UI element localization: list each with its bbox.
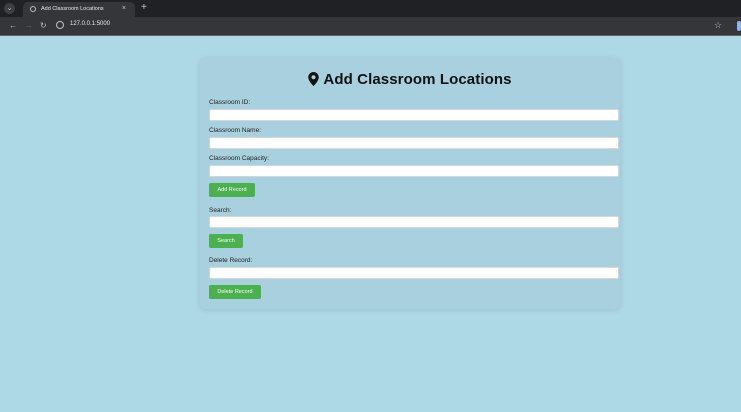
classroom-name-input[interactable] [209,137,619,149]
reload-icon[interactable]: ↻ [40,21,47,30]
tab-add-classroom-locations[interactable]: Add Classroom Locations × [23,2,135,17]
classroom-name-label: Classroom Name: [209,127,262,134]
site-info-icon[interactable] [56,21,64,29]
close-icon[interactable]: × [122,5,126,12]
forward-arrow-icon[interactable]: → [25,21,33,30]
tab-title: Add Classroom Locations [41,6,104,12]
search-button[interactable]: Search [209,234,243,248]
toolbar-divider [0,35,741,36]
search-input[interactable] [209,216,619,228]
new-tab-button[interactable]: + [141,2,147,14]
delete-record-button[interactable]: Delete Record [209,285,261,299]
bookmark-star-icon[interactable]: ☆ [714,20,722,31]
delete-record-label: Delete Record: [209,257,253,264]
delete-record-input[interactable] [209,267,619,279]
page-title: Add Classroom Locations [200,71,620,88]
page-title-text: Add Classroom Locations [323,71,512,88]
address-bar[interactable]: 127.0.0.1:5000 [70,21,110,27]
location-pin-icon [308,72,320,86]
back-arrow-icon[interactable]: ← [9,21,17,30]
globe-icon [30,6,36,12]
browser-tab-bar: ⌄ Add Classroom Locations × + [0,0,741,17]
browser-toolbar: ← → ↻ 127.0.0.1:5000 ☆ [0,17,741,35]
add-record-button[interactable]: Add Record [209,183,255,197]
side-panel-indicator [737,21,741,31]
classroom-id-label: Classroom ID: [209,99,251,106]
search-label: Search: [209,207,232,214]
form-card: Add Classroom Locations Classroom ID: Cl… [200,58,620,309]
tab-search-icon[interactable]: ⌄ [4,3,15,14]
classroom-capacity-input[interactable] [209,165,619,177]
classroom-capacity-label: Classroom Capacity: [209,155,269,162]
classroom-id-input[interactable] [209,109,619,121]
